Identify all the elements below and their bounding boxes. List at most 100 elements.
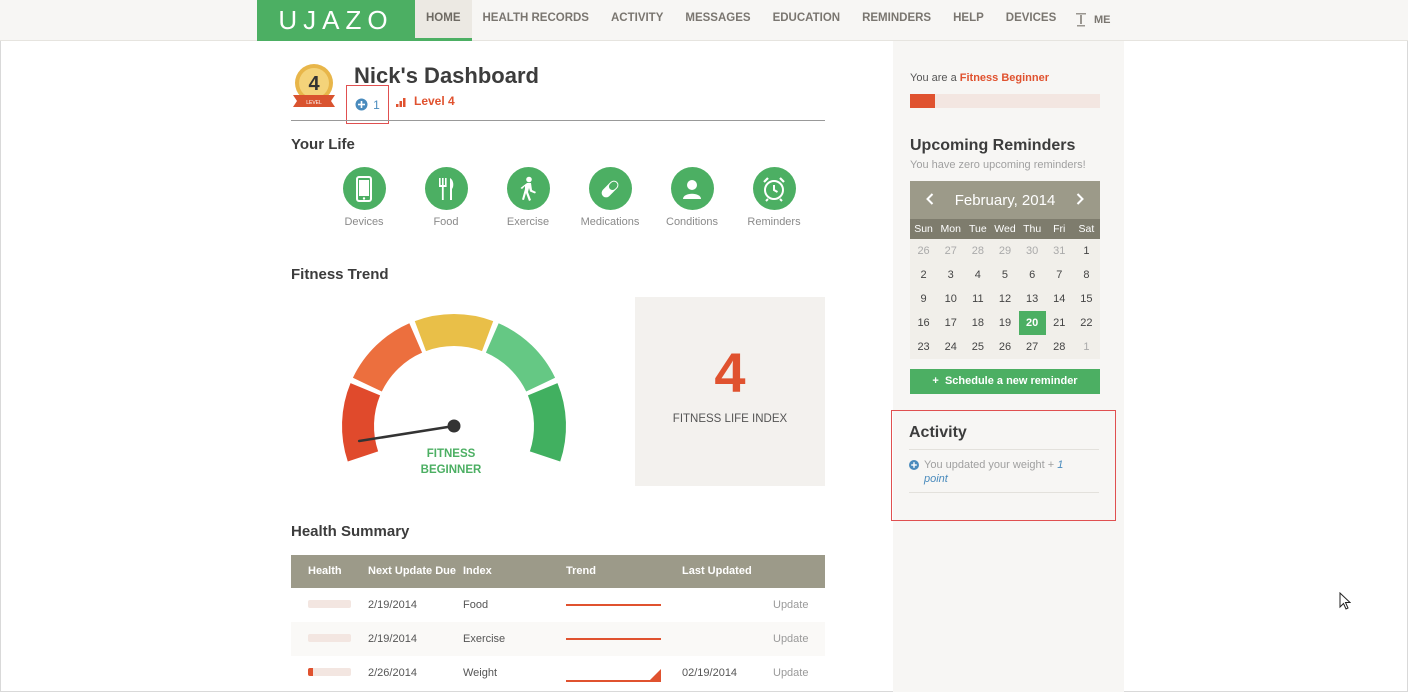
- nav-education[interactable]: EDUCATION: [762, 0, 852, 41]
- weekday-sat: Sat: [1078, 223, 1095, 235]
- calendar-day[interactable]: 12: [991, 287, 1018, 311]
- activity-title: Activity: [909, 424, 967, 441]
- calendar-day[interactable]: 1: [1073, 239, 1100, 263]
- chevron-right-icon[interactable]: [1076, 192, 1084, 209]
- weekday-wed: Wed: [994, 223, 1016, 235]
- calendar-day[interactable]: 30: [1019, 239, 1046, 263]
- index-name: Weight: [463, 667, 498, 679]
- calendar-day[interactable]: 26: [991, 335, 1018, 359]
- calendar-day[interactable]: 8: [1073, 263, 1100, 287]
- calendar-day[interactable]: 25: [964, 335, 991, 359]
- fitness-life-index-label: FITNESS LIFE INDEX: [672, 413, 788, 425]
- life-item-devices[interactable]: Devices: [323, 167, 405, 228]
- update-link[interactable]: Update: [773, 633, 808, 645]
- ujazo-logo[interactable]: UJAZO: [257, 0, 415, 41]
- fitness-life-index-value: 4: [714, 341, 746, 404]
- level-badge-ribbon: LEVEL: [306, 100, 322, 106]
- calendar-day[interactable]: 27: [1019, 335, 1046, 359]
- calendar-day[interactable]: 9: [910, 287, 937, 311]
- next-update-due: 2/26/2014: [368, 667, 417, 679]
- table-row: 2/19/2014 Exercise Update: [291, 622, 825, 656]
- calendar-day[interactable]: 19: [991, 311, 1018, 335]
- phone-icon: [342, 167, 386, 210]
- points-indicator[interactable]: 1: [346, 85, 389, 124]
- update-link[interactable]: Update: [773, 667, 808, 679]
- calendar-day[interactable]: 26: [910, 239, 937, 263]
- nav-activity[interactable]: ACTIVITY: [600, 0, 674, 41]
- col-health: Health: [308, 565, 342, 577]
- main-content: 4 LEVEL Nick's Dashboard 1 Level 4 Your …: [291, 41, 825, 692]
- calendar-day[interactable]: 18: [964, 311, 991, 335]
- trend-line: [566, 638, 661, 640]
- calendar-day[interactable]: 7: [1046, 263, 1073, 287]
- activity-item-text: You updated your weight + 1 point: [924, 458, 1079, 486]
- calendar-day[interactable]: 2: [910, 263, 937, 287]
- calendar-day[interactable]: 28: [1046, 335, 1073, 359]
- life-item-medications[interactable]: Medications: [569, 167, 651, 228]
- calendar-day[interactable]: 29: [991, 239, 1018, 263]
- life-item-exercise[interactable]: Exercise: [487, 167, 569, 228]
- schedule-reminder-label: Schedule a new reminder: [944, 375, 1078, 387]
- gauge-segment-lightgreen: [485, 323, 556, 392]
- life-item-conditions[interactable]: Conditions: [651, 167, 733, 228]
- calendar-day[interactable]: 1: [1073, 335, 1100, 359]
- calendar-day[interactable]: 6: [1019, 263, 1046, 287]
- nav-reminders[interactable]: REMINDERS: [851, 0, 942, 41]
- calendar-day[interactable]: 5: [991, 263, 1018, 287]
- table-row: 2/26/2014 Weight 02/19/2014 Update: [291, 656, 825, 690]
- weekday-sun: Sun: [914, 223, 933, 235]
- nav-me-menu[interactable]: ME: [1074, 12, 1111, 28]
- calendar-day[interactable]: 15: [1073, 287, 1100, 311]
- life-item-reminders[interactable]: Reminders: [733, 167, 815, 228]
- calendar-day[interactable]: 11: [964, 287, 991, 311]
- fitness-status-level: Fitness Beginner: [959, 72, 1049, 84]
- calendar-day[interactable]: 31: [1046, 239, 1073, 263]
- fitness-status-prefix: You are a: [910, 72, 960, 84]
- gauge-segment-green: [527, 383, 566, 462]
- calendar-day-today[interactable]: 20: [1018, 311, 1046, 335]
- calendar-day[interactable]: 17: [937, 311, 964, 335]
- col-next-update-due: Next Update Due: [368, 565, 457, 577]
- calendar-day[interactable]: 24: [937, 335, 964, 359]
- reminder-calendar: February, 2014 Sun Mon Tue Wed Thu Fri S…: [910, 181, 1100, 359]
- nav-home[interactable]: HOME: [415, 0, 472, 41]
- nav-health-records[interactable]: HEALTH RECORDS: [472, 0, 600, 41]
- user-icon: [1076, 13, 1086, 27]
- calendar-day[interactable]: 23: [910, 335, 937, 359]
- fitness-gauge: [342, 314, 566, 462]
- activity-panel: Activity You updated your weight + 1 poi…: [891, 410, 1116, 521]
- activity-item: You updated your weight + 1 point: [909, 458, 1079, 486]
- fork-knife-icon: [424, 167, 468, 210]
- schedule-reminder-button[interactable]: + Schedule a new reminder: [910, 369, 1100, 394]
- gauge-label: FITNESS BEGINNER: [411, 446, 491, 478]
- life-label-conditions: Conditions: [666, 216, 718, 228]
- pill-icon: [588, 167, 632, 210]
- nav-devices[interactable]: DEVICES: [995, 0, 1068, 41]
- calendar-day[interactable]: 4: [964, 263, 991, 287]
- life-item-food[interactable]: Food: [405, 167, 487, 228]
- alarm-clock-icon: [752, 167, 796, 210]
- trend-line: [566, 604, 661, 606]
- col-trend: Trend: [566, 565, 596, 577]
- calendar-day[interactable]: 21: [1046, 311, 1073, 335]
- calendar-day[interactable]: 16: [910, 311, 937, 335]
- nav-help[interactable]: HELP: [942, 0, 995, 41]
- index-name: Exercise: [463, 633, 506, 645]
- calendar-day[interactable]: 3: [937, 263, 964, 287]
- calendar-day[interactable]: 14: [1046, 287, 1073, 311]
- nav-messages[interactable]: MESSAGES: [674, 0, 761, 41]
- trend-sparkline: [566, 669, 661, 682]
- life-label-reminders: Reminders: [747, 216, 801, 228]
- calendar-day[interactable]: 22: [1073, 311, 1100, 335]
- health-bar-fill: [308, 668, 314, 676]
- calendar-day[interactable]: 27: [937, 239, 964, 263]
- weekday-fri: Fri: [1053, 223, 1066, 235]
- update-link[interactable]: Update: [773, 599, 808, 611]
- calendar-day[interactable]: 13: [1019, 287, 1046, 311]
- col-last-updated: Last Updated: [682, 565, 752, 577]
- level-link[interactable]: Level 4: [396, 94, 455, 108]
- chevron-left-icon[interactable]: [926, 192, 934, 209]
- fitness-life-index-card: 4 FITNESS LIFE INDEX: [635, 297, 825, 486]
- calendar-day[interactable]: 10: [937, 287, 964, 311]
- calendar-day[interactable]: 28: [964, 239, 991, 263]
